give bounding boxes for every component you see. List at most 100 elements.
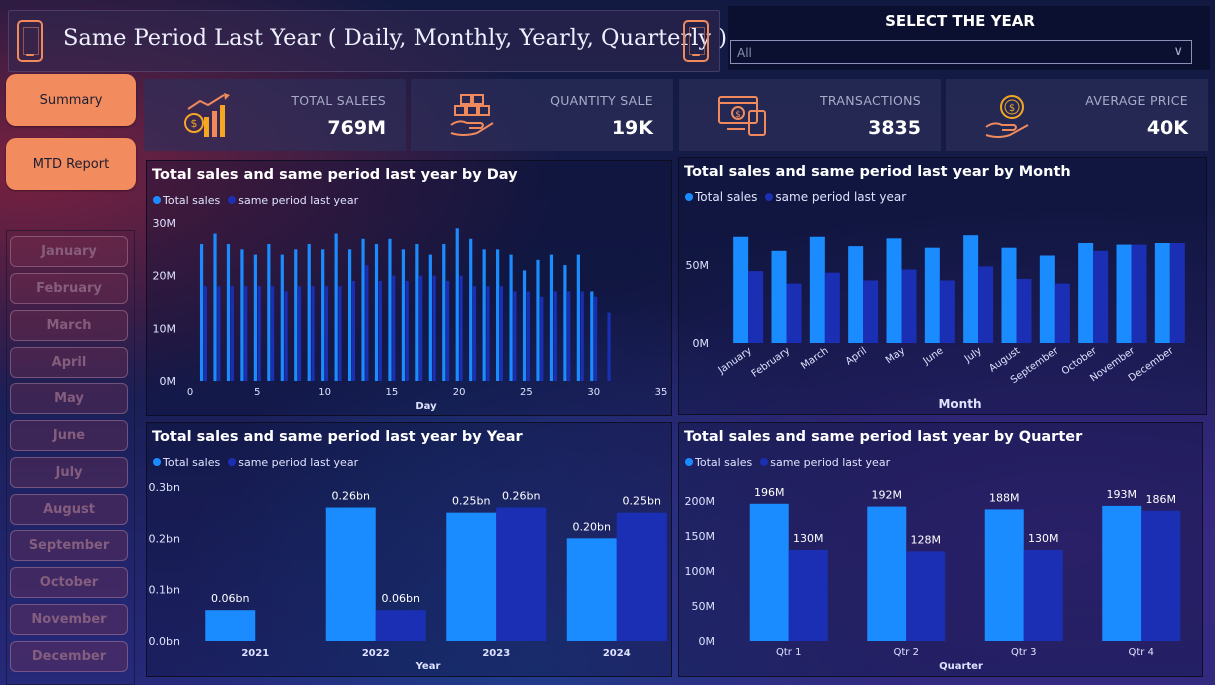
bar-same-period-last-year[interactable] [607,312,611,381]
bar-same-period-last-year[interactable] [284,291,288,381]
bar-total-sales[interactable] [566,538,617,641]
bar-total-sales[interactable] [374,244,379,381]
bar-total-sales[interactable] [1001,247,1017,343]
bar-same-period-last-year[interactable] [419,275,423,381]
bar-same-period-last-year[interactable] [365,265,369,381]
bar-same-period-last-year[interactable] [311,286,315,381]
bar-same-period-last-year[interactable] [786,283,802,343]
bar-total-sales[interactable] [733,236,749,343]
year-dropdown[interactable]: All ∨ [730,40,1192,64]
bar-same-period-last-year[interactable] [526,291,530,381]
bar-same-period-last-year[interactable] [405,280,409,381]
bar-total-sales[interactable] [509,254,513,381]
bar-same-period-last-year[interactable] [459,275,463,381]
bar-total-sales[interactable] [325,507,376,641]
bar-total-sales[interactable] [469,238,473,381]
month-button-june[interactable]: June [10,420,128,451]
bar-same-period-last-year[interactable] [1016,278,1032,343]
month-button-february[interactable]: February [10,273,128,304]
bar-total-sales[interactable] [963,235,979,343]
bar-same-period-last-year[interactable] [580,291,584,381]
bar-same-period-last-year[interactable] [513,291,517,381]
bar-total-sales[interactable] [361,238,365,381]
bar-total-sales[interactable] [848,246,864,343]
bar-same-period-last-year[interactable] [1093,250,1109,343]
bar-total-sales[interactable] [576,254,580,381]
month-button-april[interactable]: April [10,347,128,378]
bar-same-period-last-year[interactable] [217,286,221,381]
bar-total-sales[interactable] [428,254,432,381]
bar-same-period-last-year[interactable] [939,280,955,344]
bar-total-sales[interactable] [253,254,257,381]
mtd-report-button[interactable]: MTD Report [6,138,136,190]
bar-total-sales[interactable] [549,254,554,381]
bar-same-period-last-year[interactable] [271,286,275,381]
bar-total-sales[interactable] [522,270,527,381]
bar-same-period-last-year[interactable] [496,507,547,641]
bar-total-sales[interactable] [809,236,825,343]
bar-total-sales[interactable] [307,244,311,381]
month-button-november[interactable]: November [10,604,128,635]
bar-total-sales[interactable] [771,250,787,343]
bar-total-sales[interactable] [294,249,298,381]
bar-total-sales[interactable] [213,233,217,381]
bar-total-sales[interactable] [590,291,594,381]
month-button-september[interactable]: September [10,530,128,561]
bar-same-period-last-year[interactable] [472,286,477,381]
bar-total-sales[interactable] [442,244,446,381]
bar-same-period-last-year[interactable] [392,275,396,381]
bar-total-sales[interactable] [240,249,244,381]
bar-total-sales[interactable] [199,244,204,381]
month-button-december[interactable]: December [10,641,128,672]
bar-same-period-last-year[interactable] [1169,243,1185,343]
bar-same-period-last-year[interactable] [351,280,355,381]
bar-same-period-last-year[interactable] [540,296,544,381]
bar-same-period-last-year[interactable] [553,291,557,381]
bar-total-sales[interactable] [401,249,406,381]
bar-total-sales[interactable] [455,228,459,381]
bar-same-period-last-year[interactable] [906,551,946,641]
bar-total-sales[interactable] [446,512,497,641]
month-button-october[interactable]: October [10,567,128,598]
bar-same-period-last-year[interactable] [338,286,342,381]
bar-same-period-last-year[interactable] [203,286,207,381]
bar-total-sales[interactable] [415,244,419,381]
bar-total-sales[interactable] [347,249,352,381]
bar-same-period-last-year[interactable] [1054,283,1070,343]
bar-total-sales[interactable] [867,506,907,641]
bar-total-sales[interactable] [1102,505,1142,641]
bar-same-period-last-year[interactable] [748,271,764,343]
month-button-may[interactable]: May [10,383,128,414]
bar-same-period-last-year[interactable] [486,286,490,381]
bar-same-period-last-year[interactable] [824,272,840,343]
bar-total-sales[interactable] [1116,244,1132,343]
bar-same-period-last-year[interactable] [257,286,261,381]
bar-same-period-last-year[interactable] [594,296,598,381]
bar-total-sales[interactable] [321,249,325,381]
bar-total-sales[interactable] [536,259,540,381]
month-button-january[interactable]: January [10,236,128,267]
bar-total-sales[interactable] [205,610,256,641]
bar-same-period-last-year[interactable] [863,280,879,344]
bar-total-sales[interactable] [267,244,271,381]
bar-same-period-last-year[interactable] [378,280,382,381]
bar-total-sales[interactable] [1154,243,1170,343]
bar-total-sales[interactable] [334,233,338,381]
bar-total-sales[interactable] [749,503,789,641]
bar-total-sales[interactable] [496,249,500,381]
bar-same-period-last-year[interactable] [1141,510,1181,641]
bar-total-sales[interactable] [1039,255,1055,344]
bar-total-sales[interactable] [924,247,940,343]
bar-same-period-last-year[interactable] [978,266,994,343]
bar-same-period-last-year[interactable] [616,512,667,641]
bar-same-period-last-year[interactable] [375,610,426,641]
bar-same-period-last-year[interactable] [445,280,450,381]
bar-total-sales[interactable] [388,238,392,381]
bar-total-sales[interactable] [1078,243,1094,343]
summary-button[interactable]: Summary [6,74,136,126]
month-button-march[interactable]: March [10,310,128,341]
bar-total-sales[interactable] [482,249,486,381]
bar-total-sales[interactable] [563,265,567,381]
bar-same-period-last-year[interactable] [324,286,329,381]
bar-same-period-last-year[interactable] [230,286,234,381]
